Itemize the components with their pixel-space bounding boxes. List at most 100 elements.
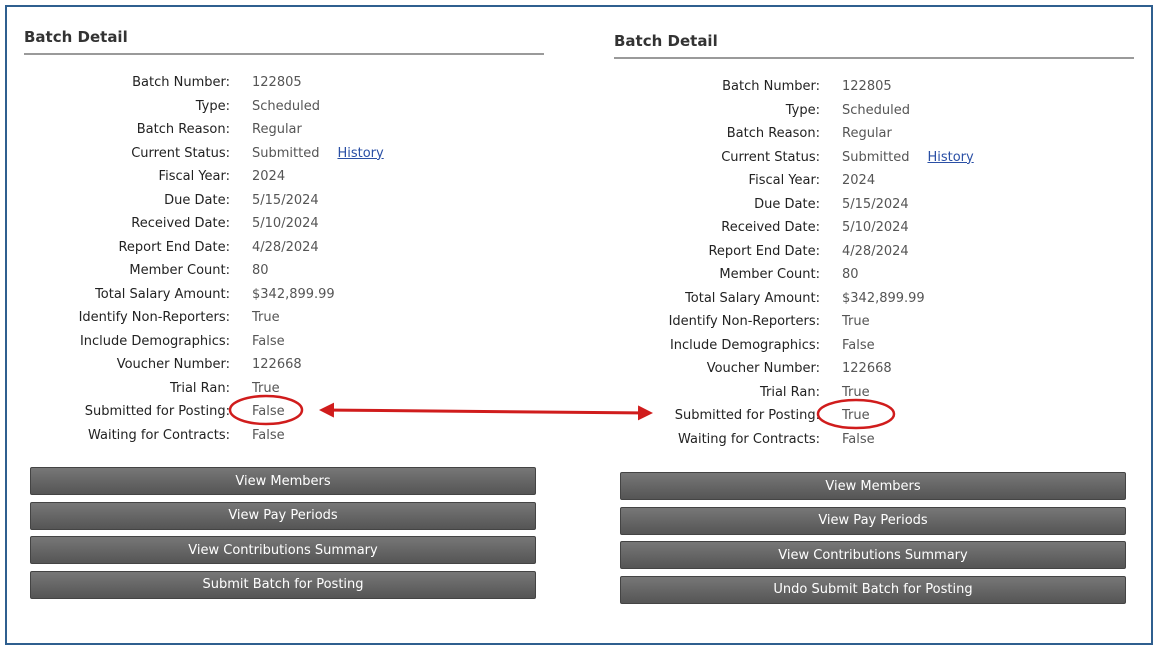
field-value: Scheduled xyxy=(842,102,910,118)
field-label: Identify Non-Reporters: xyxy=(668,314,820,330)
field-value: 2024 xyxy=(252,169,286,185)
history-link[interactable]: History xyxy=(927,150,973,165)
field-value: True xyxy=(252,310,280,326)
field-label: Report End Date: xyxy=(708,243,820,259)
submit-batch-button[interactable]: Submit Batch for Posting xyxy=(30,570,536,599)
field-label: Batch Reason: xyxy=(726,126,820,142)
field-value: False xyxy=(252,333,285,349)
field-label: Total Salary Amount: xyxy=(95,286,230,302)
row-trial-ran: Trial Ran: True xyxy=(24,377,544,401)
field-label: Waiting for Contracts: xyxy=(87,427,230,443)
view-members-button[interactable]: View Members xyxy=(30,467,536,495)
field-value: False xyxy=(252,404,285,420)
row-batch-reason: Batch Reason: Regular xyxy=(24,118,544,142)
row-waiting-for-contracts: Waiting for Contracts: False xyxy=(24,424,544,448)
row-member-count: Member Count: 80 xyxy=(24,259,544,283)
field-label: Fiscal Year: xyxy=(748,173,820,189)
field-value: 4/28/2024 xyxy=(252,239,319,255)
field-value: True xyxy=(842,408,870,424)
action-buttons: View Members View Pay Periods View Contr… xyxy=(30,467,536,605)
field-label: Include Demographics: xyxy=(79,333,230,349)
field-value: Scheduled xyxy=(252,98,320,114)
row-report-end-date: Report End Date: 4/28/2024 xyxy=(614,240,1134,264)
left-batch-detail-panel: Batch Detail Batch Number: 122805 Type: Sc… xyxy=(24,28,544,599)
row-voucher-number: Voucher Number: 122668 xyxy=(24,353,544,377)
field-label: Received Date: xyxy=(131,216,230,232)
field-label: Voucher Number: xyxy=(116,357,230,373)
row-batch-reason: Batch Reason: Regular xyxy=(614,122,1134,146)
field-value: Regular xyxy=(252,122,302,138)
row-due-date: Due Date: 5/15/2024 xyxy=(614,193,1134,217)
undo-submit-batch-button[interactable]: Undo Submit Batch for Posting xyxy=(620,575,1126,604)
field-value: True xyxy=(842,314,870,330)
field-value: 5/15/2024 xyxy=(252,192,319,208)
field-label: Member Count: xyxy=(129,263,230,279)
field-label: Due Date: xyxy=(164,192,230,208)
row-type: Type: Scheduled xyxy=(24,95,544,119)
row-fiscal-year: Fiscal Year: 2024 xyxy=(614,169,1134,193)
field-value: False xyxy=(842,337,875,353)
field-value: True xyxy=(842,384,870,400)
row-due-date: Due Date: 5/15/2024 xyxy=(24,189,544,213)
view-pay-periods-button[interactable]: View Pay Periods xyxy=(620,506,1126,535)
row-waiting-for-contracts: Waiting for Contracts: False xyxy=(614,428,1134,452)
field-value: True xyxy=(252,380,280,396)
row-total-salary: Total Salary Amount: $342,899.99 xyxy=(614,287,1134,311)
panel-title: Batch Detail xyxy=(614,32,1134,59)
row-current-status: Current Status: Submitted History xyxy=(614,146,1134,170)
field-label: Include Demographics: xyxy=(669,337,820,353)
row-voucher-number: Voucher Number: 122668 xyxy=(614,357,1134,381)
field-value: 4/28/2024 xyxy=(842,243,909,259)
detail-rows: Batch Number: 122805 Type: Scheduled Batch… xyxy=(24,71,544,447)
row-fiscal-year: Fiscal Year: 2024 xyxy=(24,165,544,189)
row-batch-number: Batch Number: 122805 xyxy=(614,75,1134,99)
row-trial-ran: Trial Ran: True xyxy=(614,381,1134,405)
field-label: Submitted for Posting: xyxy=(84,404,230,420)
field-label: Batch Reason: xyxy=(136,122,230,138)
row-total-salary: Total Salary Amount: $342,899.99 xyxy=(24,283,544,307)
field-label: Batch Number: xyxy=(132,75,230,91)
detail-rows: Batch Number: 122805 Type: Scheduled Batch… xyxy=(614,75,1134,451)
row-received-date: Received Date: 5/10/2024 xyxy=(614,216,1134,240)
view-contributions-summary-button[interactable]: View Contributions Summary xyxy=(30,536,536,564)
field-value: 122668 xyxy=(842,361,892,377)
view-pay-periods-button[interactable]: View Pay Periods xyxy=(30,501,536,530)
row-received-date: Received Date: 5/10/2024 xyxy=(24,212,544,236)
field-value: 122805 xyxy=(252,75,302,91)
right-batch-detail-panel: Batch Detail Batch Number: 122805 Type: Sc… xyxy=(614,32,1134,604)
field-label: Waiting for Contracts: xyxy=(677,431,820,447)
field-value: False xyxy=(252,427,285,443)
field-label: Type: xyxy=(785,102,820,118)
field-value: 5/10/2024 xyxy=(842,220,909,236)
field-label: Due Date: xyxy=(754,196,820,212)
view-members-button[interactable]: View Members xyxy=(620,472,1126,500)
row-member-count: Member Count: 80 xyxy=(614,263,1134,287)
row-identify-non-reporters: Identify Non-Reporters: True xyxy=(24,306,544,330)
row-include-demographics: Include Demographics: False xyxy=(614,334,1134,358)
field-label: Report End Date: xyxy=(118,239,230,255)
action-buttons: View Members View Pay Periods View Contr… xyxy=(620,472,1126,610)
history-link[interactable]: History xyxy=(337,146,383,161)
field-label: Current Status: xyxy=(131,145,230,161)
row-current-status: Current Status: Submitted History xyxy=(24,142,544,166)
row-report-end-date: Report End Date: 4/28/2024 xyxy=(24,236,544,260)
field-value: 80 xyxy=(252,263,269,279)
field-label: Received Date: xyxy=(721,220,820,236)
row-identify-non-reporters: Identify Non-Reporters: True xyxy=(614,310,1134,334)
field-label: Voucher Number: xyxy=(706,361,820,377)
field-value: 5/15/2024 xyxy=(842,196,909,212)
field-value: 122668 xyxy=(252,357,302,373)
field-label: Member Count: xyxy=(719,267,820,283)
field-label: Submitted for Posting: xyxy=(674,408,820,424)
field-label: Batch Number: xyxy=(722,79,820,95)
field-label: Fiscal Year: xyxy=(158,169,230,185)
field-label: Total Salary Amount: xyxy=(685,290,820,306)
field-value: Submitted xyxy=(842,149,910,165)
row-type: Type: Scheduled xyxy=(614,99,1134,123)
field-label: Current Status: xyxy=(721,149,820,165)
view-contributions-summary-button[interactable]: View Contributions Summary xyxy=(620,541,1126,569)
field-label: Type: xyxy=(195,98,230,114)
field-value: Submitted xyxy=(252,145,320,161)
field-label: Trial Ran: xyxy=(169,380,230,396)
row-batch-number: Batch Number: 122805 xyxy=(24,71,544,95)
